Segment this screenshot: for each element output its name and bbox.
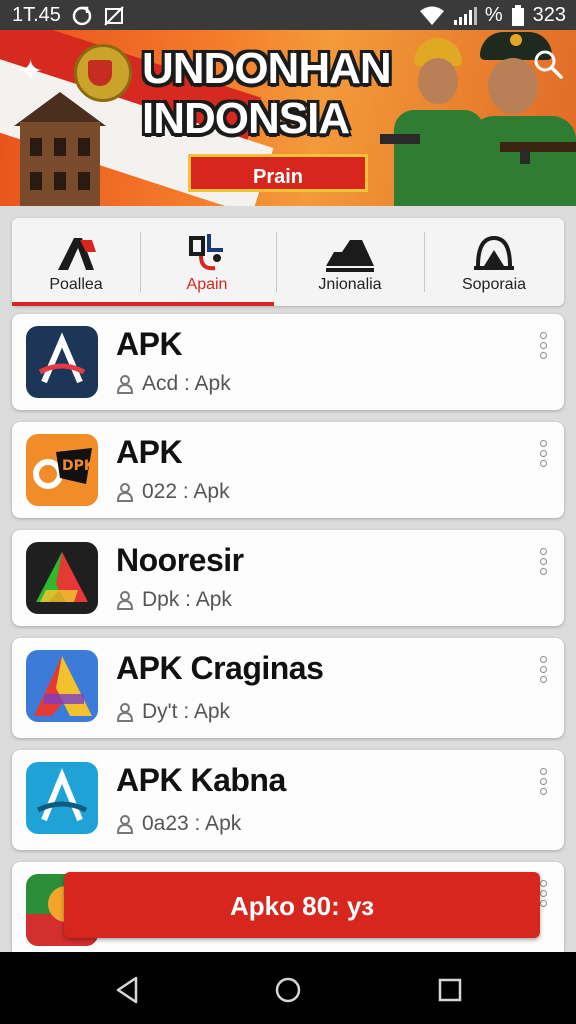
app-name: APK	[116, 434, 183, 470]
app-icon	[26, 762, 98, 834]
sync-icon	[72, 6, 92, 25]
app-meta-text: Acd : Apk	[142, 372, 231, 395]
app-name: Nooresir	[116, 542, 244, 578]
back-icon[interactable]	[110, 972, 146, 1008]
app-meta: Dpk : Apk	[116, 588, 232, 612]
battery-value: 323	[532, 4, 566, 26]
app-meta: Acd : Apk	[116, 372, 231, 396]
user-icon	[116, 483, 134, 502]
battery-icon	[511, 4, 524, 26]
home-icon[interactable]	[270, 972, 306, 1008]
overflow-menu-icon[interactable]	[540, 880, 550, 914]
app-list-item[interactable]: APK Kabna 0a23 : Apk	[12, 750, 564, 850]
tab-soporaia[interactable]: Soporaia	[424, 218, 564, 306]
app-icon: DPK	[26, 434, 98, 506]
star-icon: ✦	[18, 55, 44, 88]
banner-cta-button[interactable]: Prain Ocpianaiay	[188, 154, 368, 206]
overflow-menu-icon[interactable]	[540, 768, 550, 802]
app-meta-text: 022 : Apk	[142, 480, 230, 503]
battery-percent-label: %	[484, 4, 503, 26]
active-tab-indicator	[12, 302, 274, 306]
download-button[interactable]: Apko 80: уз	[64, 872, 540, 938]
app-meta: Dy't : Apk	[116, 700, 230, 724]
app-name: APK	[116, 326, 183, 362]
app-meta-text: 0a23 : Apk	[142, 812, 242, 835]
dome-icon	[474, 235, 514, 270]
app-meta-text: Dy't : Apk	[142, 700, 231, 723]
app-meta-text: Dpk : Apk	[142, 588, 232, 611]
navigation-bar	[0, 952, 576, 1024]
puzzle-icon	[189, 234, 223, 271]
app-list-item[interactable]: Nooresir Dpk : Apk	[12, 530, 564, 626]
app-meta: 0a23 : Apk	[116, 812, 241, 836]
app-name: APK Kabna	[116, 762, 286, 798]
category-tabs: Poallea Apain Jnionalia Soporaia	[12, 218, 564, 306]
tab-poallea[interactable]: Poallea	[12, 218, 140, 306]
rifle-illustration	[380, 134, 576, 164]
stairs-icon	[326, 240, 374, 272]
app-name: APK Craginas	[116, 650, 324, 686]
no-notification-icon	[104, 5, 124, 26]
user-icon	[116, 375, 134, 394]
tab-apain[interactable]: Apain	[140, 218, 274, 306]
svg-text:DPK: DPK	[62, 458, 96, 474]
overflow-menu-icon[interactable]	[540, 332, 550, 366]
app-icon	[26, 326, 98, 398]
overflow-menu-icon[interactable]	[540, 440, 550, 474]
hero-banner: ✦ UNDONHAN INDONSIA Prain Ocpianaiay	[0, 30, 576, 206]
app-icon	[26, 650, 98, 722]
house-a-icon	[58, 238, 96, 270]
app-meta: 022 : Apk	[116, 480, 230, 504]
overflow-menu-icon[interactable]	[540, 656, 550, 690]
emblem-shield-icon	[88, 60, 112, 86]
banner-title: UNDONHAN INDONSIA	[142, 44, 392, 143]
soldier-illustration-1	[384, 30, 484, 206]
status-bar: 1Т.45 % 323	[0, 0, 576, 30]
clock: 1Т.45	[12, 4, 61, 26]
app-list-item[interactable]: APK Acd : Apk	[12, 314, 564, 410]
overflow-menu-icon[interactable]	[540, 548, 550, 582]
signal-icon	[453, 6, 477, 25]
recents-icon[interactable]	[432, 972, 468, 1008]
tab-jnionalia[interactable]: Jnionalia	[276, 218, 424, 306]
app-list-item[interactable]: DPK APK 022 : Apk	[12, 422, 564, 518]
app-list-item[interactable]: APK Craginas Dy't : Apk	[12, 638, 564, 738]
app-icon	[26, 542, 98, 614]
user-icon	[116, 703, 134, 722]
user-icon	[116, 815, 134, 834]
user-icon	[116, 591, 134, 610]
wifi-icon	[419, 6, 444, 25]
tower-building	[20, 122, 100, 206]
search-icon[interactable]	[532, 48, 564, 80]
